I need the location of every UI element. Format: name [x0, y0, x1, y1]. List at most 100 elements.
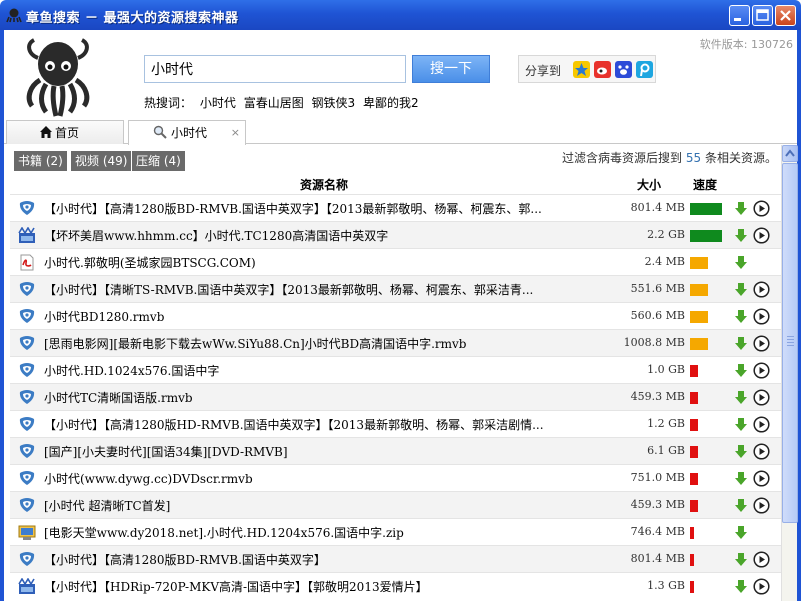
- search-input[interactable]: [144, 55, 406, 83]
- tab-search-result[interactable]: 小时代 ×: [128, 120, 246, 145]
- emule-file-icon: [19, 201, 35, 215]
- play-icon[interactable]: [753, 551, 770, 568]
- resource-size: 1008.8 MB: [623, 336, 685, 349]
- filter-video-button[interactable]: 视频 (49): [71, 151, 132, 171]
- filter-books-button[interactable]: 书籍 (2): [14, 151, 67, 171]
- download-arrow-icon[interactable]: [734, 336, 748, 351]
- title-bar[interactable]: 章鱼搜索 － 最强大的资源搜索神器: [0, 0, 801, 30]
- play-icon[interactable]: [753, 470, 770, 487]
- resource-name[interactable]: 【小时代】【高清1280版BD-RMVB.国语中英双字】【2013最新郭敬明、杨…: [44, 200, 604, 217]
- resource-size: 459.3 MB: [630, 498, 685, 511]
- resource-name[interactable]: [小时代 超清晰TC首发]: [44, 497, 604, 514]
- hot-word-link[interactable]: 小时代: [200, 96, 236, 110]
- play-icon[interactable]: [753, 362, 770, 379]
- column-size-header[interactable]: 大小: [637, 176, 661, 193]
- play-icon[interactable]: [753, 335, 770, 352]
- download-arrow-icon[interactable]: [734, 228, 748, 243]
- result-row[interactable]: 小时代TC清晰国语版.rmvb 459.3 MB: [10, 383, 781, 410]
- download-arrow-icon[interactable]: [734, 390, 748, 405]
- header: 软件版本: 130726 搜一下 分享到 热搜词： 小时代 富春山居图: [4, 30, 797, 120]
- resource-name[interactable]: 【小时代】【清晰TS-RMVB.国语中英双字】【2013最新郭敬明、杨幂、柯震东…: [44, 281, 604, 298]
- tab-home[interactable]: 首页: [6, 120, 124, 144]
- baidu-icon[interactable]: [615, 61, 632, 78]
- play-icon[interactable]: [753, 308, 770, 325]
- result-row[interactable]: 【小时代】【清晰TS-RMVB.国语中英双字】【2013最新郭敬明、杨幂、柯震东…: [10, 275, 781, 302]
- play-icon[interactable]: [753, 389, 770, 406]
- resource-size: 551.6 MB: [630, 282, 685, 295]
- resource-name[interactable]: 【坏坏美眉www.hhmm.cc】小时代.TC1280高清国语中英双字: [44, 227, 604, 244]
- download-arrow-icon[interactable]: [734, 579, 748, 594]
- speed-bar: [690, 419, 698, 431]
- search-button[interactable]: 搜一下: [412, 55, 490, 83]
- qzone-icon[interactable]: [573, 61, 590, 78]
- resource-name[interactable]: 小时代TC清晰国语版.rmvb: [44, 389, 604, 406]
- result-row[interactable]: 【小时代】【高清1280版BD-RMVB.国语中英双字】【2013最新郭敬明、杨…: [10, 194, 781, 221]
- minimize-icon: [734, 18, 741, 21]
- emule-file-icon: [19, 471, 35, 485]
- result-row[interactable]: [电影天堂www.dy2018.net].小时代.HD.1204x576.国语中…: [10, 518, 781, 545]
- download-arrow-icon[interactable]: [734, 444, 748, 459]
- result-row[interactable]: 【小时代】【HDRip-720P-MKV高清-国语中字】【郭敬明2013爱情片】…: [10, 572, 781, 599]
- result-row[interactable]: 小时代BD1280.rmvb 560.6 MB: [10, 302, 781, 329]
- emule-file-icon: [19, 417, 35, 431]
- resource-name[interactable]: [电影天堂www.dy2018.net].小时代.HD.1204x576.国语中…: [44, 524, 604, 541]
- hot-word-link[interactable]: 富春山居图: [244, 96, 304, 110]
- download-arrow-icon[interactable]: [734, 471, 748, 486]
- play-icon[interactable]: [753, 578, 770, 595]
- resource-size: 6.1 GB: [647, 444, 685, 457]
- hot-word-link[interactable]: 钢铁侠3: [312, 96, 356, 110]
- result-row[interactable]: 小时代(www.dywg.cc)DVDscr.rmvb 751.0 MB: [10, 464, 781, 491]
- resource-name[interactable]: 小时代.郭敬明(圣城家园BTSCG.COM): [44, 254, 604, 271]
- filter-archive-button[interactable]: 压缩 (4): [132, 151, 185, 171]
- emule-file-icon: [19, 309, 35, 323]
- play-icon[interactable]: [753, 443, 770, 460]
- result-row[interactable]: 小时代.HD.1024x576.国语中字 1.0 GB: [10, 356, 781, 383]
- play-icon[interactable]: [753, 281, 770, 298]
- download-arrow-icon[interactable]: [734, 417, 748, 432]
- column-speed-header[interactable]: 速度: [693, 176, 717, 193]
- resource-name[interactable]: 【小时代】【HDRip-720P-MKV高清-国语中字】【郭敬明2013爱情片】: [44, 578, 604, 595]
- minimize-button[interactable]: [729, 5, 750, 26]
- resource-name[interactable]: [国产][小夫妻时代][国语34集][DVD-RMVB]: [44, 443, 604, 460]
- resource-name[interactable]: 小时代(www.dywg.cc)DVDscr.rmvb: [44, 470, 604, 487]
- resource-name[interactable]: 【小时代】【高清1280版BD-RMVB.国语中英双字】: [44, 551, 604, 568]
- result-row[interactable]: [国产][小夫妻时代][国语34集][DVD-RMVB] 6.1 GB: [10, 437, 781, 464]
- download-arrow-icon[interactable]: [734, 201, 748, 216]
- scroll-up-button[interactable]: [782, 145, 798, 162]
- result-row[interactable]: 小时代.郭敬明(圣城家园BTSCG.COM) 2.4 MB: [10, 248, 781, 275]
- resource-name[interactable]: 小时代.HD.1024x576.国语中字: [44, 362, 604, 379]
- download-arrow-icon[interactable]: [734, 363, 748, 378]
- result-row[interactable]: [思雨电影网][最新电影下载去wWw.SiYu88.Cn]小时代BD高清国语中字…: [10, 329, 781, 356]
- column-name-header[interactable]: 资源名称: [300, 176, 348, 193]
- hot-word-link[interactable]: 卑鄙的我2: [363, 96, 419, 110]
- maximize-button[interactable]: [752, 5, 773, 26]
- play-icon[interactable]: [753, 227, 770, 244]
- vertical-scrollbar[interactable]: [781, 145, 798, 601]
- close-button[interactable]: [775, 5, 796, 26]
- result-row[interactable]: 【小时代】【高清1280版BD-RMVB.国语中英双字】 801.4 MB: [10, 545, 781, 572]
- play-icon[interactable]: [753, 497, 770, 514]
- resource-size: 801.4 MB: [630, 201, 685, 214]
- download-arrow-icon[interactable]: [734, 525, 748, 540]
- tab-close-icon[interactable]: ×: [231, 122, 240, 144]
- hot-words: 热搜词： 小时代 富春山居图 钢铁侠3 卑鄙的我2: [144, 94, 423, 111]
- scroll-thumb[interactable]: [782, 163, 798, 523]
- resource-name[interactable]: 【小时代】【高清1280版HD-RMVB.国语中英双字】【2013最新郭敬明、杨…: [44, 416, 604, 433]
- resource-name[interactable]: 小时代BD1280.rmvb: [44, 308, 604, 325]
- download-arrow-icon[interactable]: [734, 309, 748, 324]
- download-arrow-icon[interactable]: [734, 255, 748, 270]
- weibo-icon[interactable]: [594, 61, 611, 78]
- emule-file-icon: [19, 444, 35, 458]
- play-icon[interactable]: [753, 416, 770, 433]
- tencent-weibo-icon[interactable]: [636, 61, 653, 78]
- download-arrow-icon[interactable]: [734, 282, 748, 297]
- play-icon[interactable]: [753, 200, 770, 217]
- result-row[interactable]: 【小时代】【高清1280版HD-RMVB.国语中英双字】【2013最新郭敬明、杨…: [10, 410, 781, 437]
- resource-name[interactable]: [思雨电影网][最新电影下载去wWw.SiYu88.Cn]小时代BD高清国语中字…: [44, 335, 604, 352]
- resource-size: 746.4 MB: [630, 525, 685, 538]
- speed-bar: [690, 581, 694, 593]
- result-row[interactable]: 【坏坏美眉www.hhmm.cc】小时代.TC1280高清国语中英双字 2.2 G…: [10, 221, 781, 248]
- result-row[interactable]: [小时代 超清晰TC首发] 459.3 MB: [10, 491, 781, 518]
- download-arrow-icon[interactable]: [734, 552, 748, 567]
- download-arrow-icon[interactable]: [734, 498, 748, 513]
